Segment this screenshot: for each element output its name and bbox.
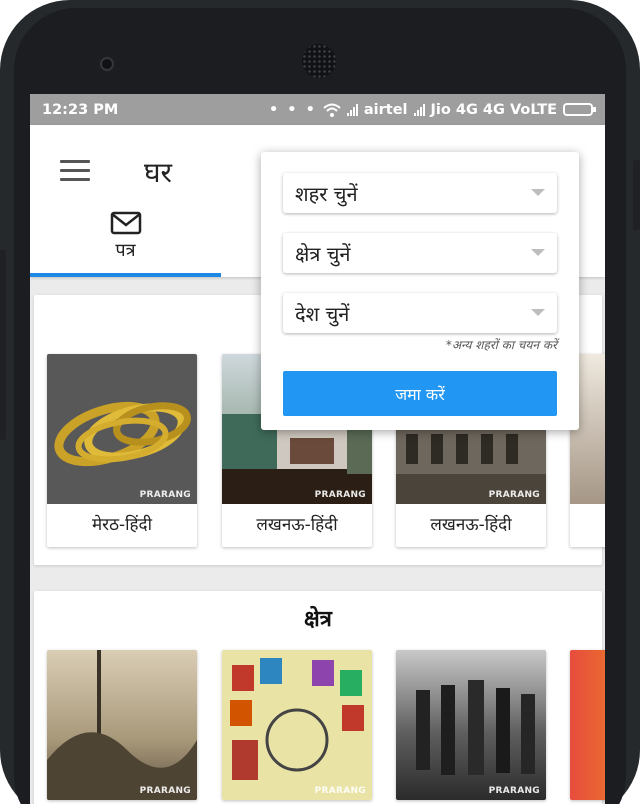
- city-card[interactable]: PRARANG मेरठ-हिंदी: [47, 354, 197, 547]
- country-select-label: देश चुनें: [295, 301, 350, 326]
- location-selector-popup: शहर चुनें क्षेत्र चुनें देश चुनें *अन्य …: [261, 152, 579, 430]
- chevron-down-icon: [531, 189, 545, 196]
- tab-indicator: [30, 273, 221, 277]
- hamburger-menu-icon[interactable]: [60, 160, 90, 182]
- region-card[interactable]: PRARANG: [47, 650, 197, 800]
- card-caption: लखनऊ-हिंदी: [256, 515, 338, 535]
- status-icons: • • • airtel Jio 4G 4G VoLTE: [268, 101, 596, 118]
- card-thumbnail: PRARANG: [47, 650, 197, 800]
- signal-icon: [346, 103, 358, 116]
- status-bar: 12:23 PM • • • airtel Jio 4G 4G VoLTE: [30, 94, 605, 125]
- screen: 12:23 PM • • • airtel Jio 4G 4G VoLTE घर…: [30, 94, 605, 804]
- page-title: घर: [144, 156, 173, 189]
- watermark: PRARANG: [314, 786, 366, 796]
- region-select-label: क्षेत्र चुनें: [295, 241, 351, 266]
- front-camera: [100, 57, 114, 71]
- chevron-down-icon: [531, 249, 545, 256]
- carrier-jio: Jio 4G 4G VoLTE: [430, 101, 557, 118]
- card-thumbnail: [570, 650, 605, 800]
- carrier-airtel: airtel: [363, 101, 408, 118]
- notification-dots-icon: • • •: [268, 101, 317, 118]
- watermark: PRARANG: [139, 786, 191, 796]
- card-thumbnail: PRARANG: [47, 354, 197, 504]
- city-select[interactable]: शहर चुनें: [283, 173, 557, 213]
- tab-letters[interactable]: पत्र: [30, 207, 221, 277]
- wifi-icon: [323, 103, 341, 117]
- volume-button: [633, 160, 640, 230]
- watermark: PRARANG: [139, 490, 191, 500]
- status-time: 12:23 PM: [42, 101, 119, 118]
- card-thumbnail: PRARANG: [396, 650, 546, 800]
- watermark: PRARANG: [488, 786, 540, 796]
- submit-button[interactable]: जमा करें: [283, 371, 557, 416]
- signal-icon-2: [413, 103, 425, 116]
- chevron-down-icon: [531, 309, 545, 316]
- earpiece-speaker: [302, 44, 336, 78]
- select-hint: *अन्य शहरों का चयन करें: [445, 338, 557, 352]
- watermark: PRARANG: [488, 490, 540, 500]
- region-card[interactable]: PRARANG: [396, 650, 546, 800]
- battery-icon: [563, 103, 596, 116]
- card-caption: लखनऊ-हिंदी: [430, 515, 512, 535]
- section-title: क्षेत्र: [304, 607, 332, 632]
- watermark: PRARANG: [314, 490, 366, 500]
- card-caption: [570, 504, 605, 547]
- mail-icon: [110, 211, 141, 235]
- region-card[interactable]: PRARANG: [222, 650, 372, 800]
- section-regions: क्षेत्र PRARANG PRARANG PRARANG: [34, 591, 605, 804]
- region-select[interactable]: क्षेत्र चुनें: [283, 233, 557, 273]
- power-button: [0, 250, 6, 440]
- city-select-label: शहर चुनें: [295, 181, 358, 206]
- region-card[interactable]: [570, 650, 605, 800]
- card-caption: मेरठ-हिंदी: [92, 515, 152, 535]
- tab-label: पत्र: [115, 240, 136, 261]
- country-select[interactable]: देश चुनें: [283, 293, 557, 333]
- card-thumbnail: PRARANG: [222, 650, 372, 800]
